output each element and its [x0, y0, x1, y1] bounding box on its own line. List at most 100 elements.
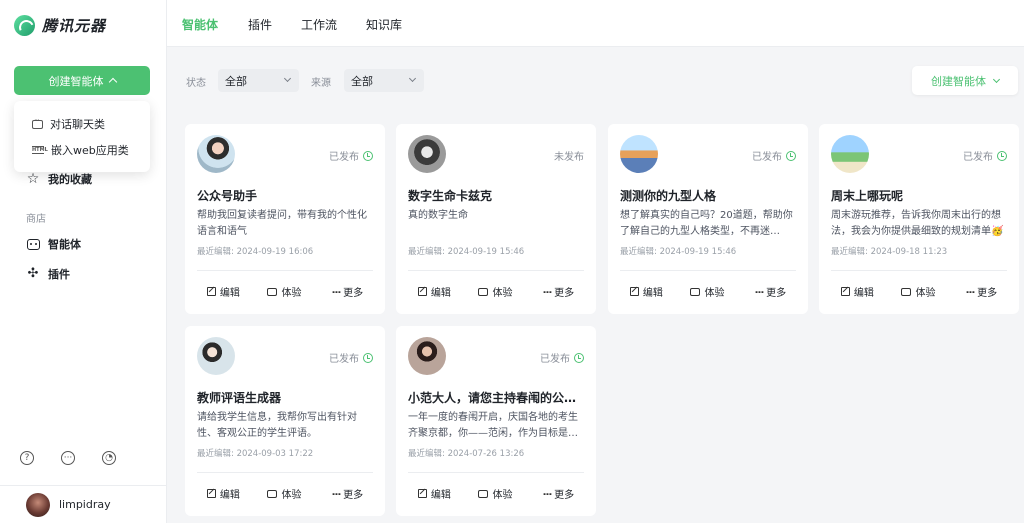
more-button[interactable]: ⋮ 更多 — [540, 486, 574, 502]
more-vertical-icon: ⋮ — [330, 488, 342, 499]
try-button[interactable]: 体验 — [690, 284, 724, 299]
publish-status: 已发布 — [540, 350, 584, 365]
status-text: 已发布 — [329, 152, 359, 163]
try-button[interactable]: 体验 — [478, 284, 512, 299]
edit-button[interactable]: 编辑 — [840, 284, 874, 299]
try-label: 体验 — [281, 490, 302, 501]
more-button[interactable]: ⋮ 更多 — [752, 284, 786, 300]
history-icon[interactable] — [363, 352, 373, 363]
create-agent-dropdown: 对话聊天类 HTML 嵌入web应用类 — [14, 101, 150, 172]
publish-status: 已发布 — [329, 350, 373, 365]
source-filter-value: 全部 — [351, 74, 373, 88]
tab-agents[interactable]: 智能体 — [182, 16, 218, 33]
tab-workflow[interactable]: 工作流 — [301, 16, 337, 33]
menu-item-chat-agent[interactable]: 对话聊天类 — [14, 111, 150, 137]
agent-avatar — [408, 135, 446, 173]
chevron-down-icon — [408, 74, 417, 83]
edit-button[interactable]: 编辑 — [206, 284, 240, 299]
edit-button[interactable]: 编辑 — [417, 284, 451, 299]
agent-card[interactable]: 已发布 教师评语生成器 请给我学生信息，我帮你写出有针对性、客观公正的学生评语。… — [185, 326, 385, 516]
logo-icon — [14, 14, 35, 36]
create-agent-top-button[interactable]: 创建智能体 — [912, 66, 1018, 95]
menu-item-web-agent[interactable]: HTML 嵌入web应用类 — [14, 137, 150, 163]
agent-title: 周末上哪玩呢 — [831, 189, 904, 203]
more-vertical-icon: ⋮ — [541, 286, 553, 297]
try-label: 体验 — [281, 288, 302, 299]
tab-knowledge[interactable]: 知识库 — [366, 16, 402, 33]
edit-label: 编辑 — [219, 288, 240, 299]
agent-description: 想了解真实的自己吗？20道题，帮助你了解自己的九型人格类型，不再迷… — [620, 210, 793, 237]
chevron-up-icon — [108, 77, 117, 87]
more-button[interactable]: ⋮ 更多 — [329, 486, 363, 502]
sidebar-item-favorites[interactable]: ☆ 我的收藏 — [26, 170, 92, 188]
card-actions: 编辑 体验 ⋮ 更多 — [608, 284, 808, 299]
sidebar-item-label: 智能体 — [48, 238, 81, 251]
more-button[interactable]: ⋮ 更多 — [540, 284, 575, 300]
agent-card[interactable]: 已发布 公众号助手 帮助我回复读者提问，带有我的个性化语言和语气 最近编辑: 2… — [185, 124, 385, 314]
edit-button[interactable]: 编辑 — [206, 486, 240, 501]
last-edited: 最近编辑: 2024-09-19 16:06 — [197, 247, 314, 257]
try-label: 体验 — [915, 288, 936, 299]
edit-icon — [840, 287, 850, 296]
chat-icon — [32, 116, 43, 129]
agent-description: 一年一度的春闱开启，庆国各地的考生齐聚京都，你——范闲，作为目标是… — [408, 412, 578, 439]
agent-card[interactable]: 已发布 周末上哪玩呢 周末游玩推荐，告诉我你周末出行的想法，我会为你提供最细致的… — [819, 124, 1019, 314]
sidebar-item-agents[interactable]: 智能体 — [26, 235, 81, 253]
user-profile[interactable]: limpidray — [0, 485, 166, 523]
sidebar: 腾讯元器 创建智能体 ☆ 我的收藏 商店 智能体 ✣ 插件 ? ··· ◔ li… — [0, 0, 167, 523]
agent-avatar — [620, 135, 658, 173]
card-actions: 编辑 体验 ⋮ 更多 — [819, 284, 1019, 299]
card-actions: 编辑 体验 ⋮ 更多 — [185, 284, 385, 299]
edit-icon — [206, 287, 216, 296]
brand-logo[interactable]: 腾讯元器 — [14, 14, 106, 36]
help-icon[interactable]: ? — [20, 451, 34, 465]
card-actions: 编辑 体验 ⋮ 更多 — [396, 486, 596, 501]
chat-icon — [690, 287, 701, 296]
sidebar-footer-icons: ? ··· ◔ — [20, 451, 116, 465]
sidebar-item-plugins[interactable]: ✣ 插件 — [26, 265, 70, 283]
more-button[interactable]: ⋮ 更多 — [963, 284, 997, 300]
agent-card[interactable]: 未发布 数字生命卡兹克 真的数字生命 最近编辑: 2024-09-19 15:4… — [396, 124, 596, 314]
chevron-down-icon — [283, 74, 292, 83]
history-icon[interactable] — [786, 150, 796, 161]
more-label: 更多 — [554, 288, 575, 299]
puzzle-icon: ✣ — [27, 266, 39, 281]
last-edited: 最近编辑: 2024-09-18 11:23 — [831, 247, 948, 257]
tab-plugins[interactable]: 插件 — [248, 16, 272, 33]
edit-label: 编辑 — [219, 490, 240, 501]
publish-status: 已发布 — [329, 148, 373, 163]
create-agent-button[interactable]: 创建智能体 — [14, 66, 150, 95]
edit-icon — [417, 489, 427, 498]
publish-status: 已发布 — [963, 148, 1007, 163]
try-button[interactable]: 体验 — [901, 284, 935, 299]
status-filter-select[interactable]: 全部 — [218, 69, 299, 92]
agent-avatar — [408, 337, 446, 375]
html-icon: HTML — [32, 146, 48, 154]
wechat-icon[interactable]: ◔ — [102, 451, 116, 465]
agent-card[interactable]: 已发布 测测你的九型人格 想了解真实的自己吗？20道题，帮助你了解自己的九型人格… — [608, 124, 808, 314]
star-icon: ☆ — [26, 171, 40, 187]
agent-avatar — [831, 135, 869, 173]
more-button[interactable]: ⋮ 更多 — [329, 284, 363, 300]
more-vertical-icon: ⋮ — [330, 286, 342, 297]
status-text: 已发布 — [963, 152, 993, 163]
try-button[interactable]: 体验 — [267, 486, 301, 501]
try-button[interactable]: 体验 — [267, 284, 301, 299]
source-filter-select[interactable]: 全部 — [344, 69, 424, 92]
history-icon[interactable] — [997, 150, 1007, 161]
last-edited: 最近编辑: 2024-07-26 13:26 — [408, 449, 525, 459]
try-button[interactable]: 体验 — [478, 486, 512, 501]
edit-label: 编辑 — [642, 288, 663, 299]
chat-icon — [901, 287, 912, 296]
agent-title: 数字生命卡兹克 — [408, 189, 493, 203]
top-tab-bar: 智能体 插件 工作流 知识库 — [167, 0, 1024, 47]
publish-status: 未发布 — [554, 148, 584, 163]
divider — [197, 472, 373, 473]
last-edited: 最近编辑: 2024-09-19 15:46 — [408, 247, 525, 257]
edit-button[interactable]: 编辑 — [417, 486, 451, 501]
message-icon[interactable]: ··· — [61, 451, 75, 465]
history-icon[interactable] — [574, 352, 584, 363]
history-icon[interactable] — [363, 150, 373, 161]
agent-card[interactable]: 已发布 小范大人，请您主持春闱的公… 一年一度的春闱开启，庆国各地的考生齐聚京都… — [396, 326, 596, 516]
edit-button[interactable]: 编辑 — [629, 284, 663, 299]
